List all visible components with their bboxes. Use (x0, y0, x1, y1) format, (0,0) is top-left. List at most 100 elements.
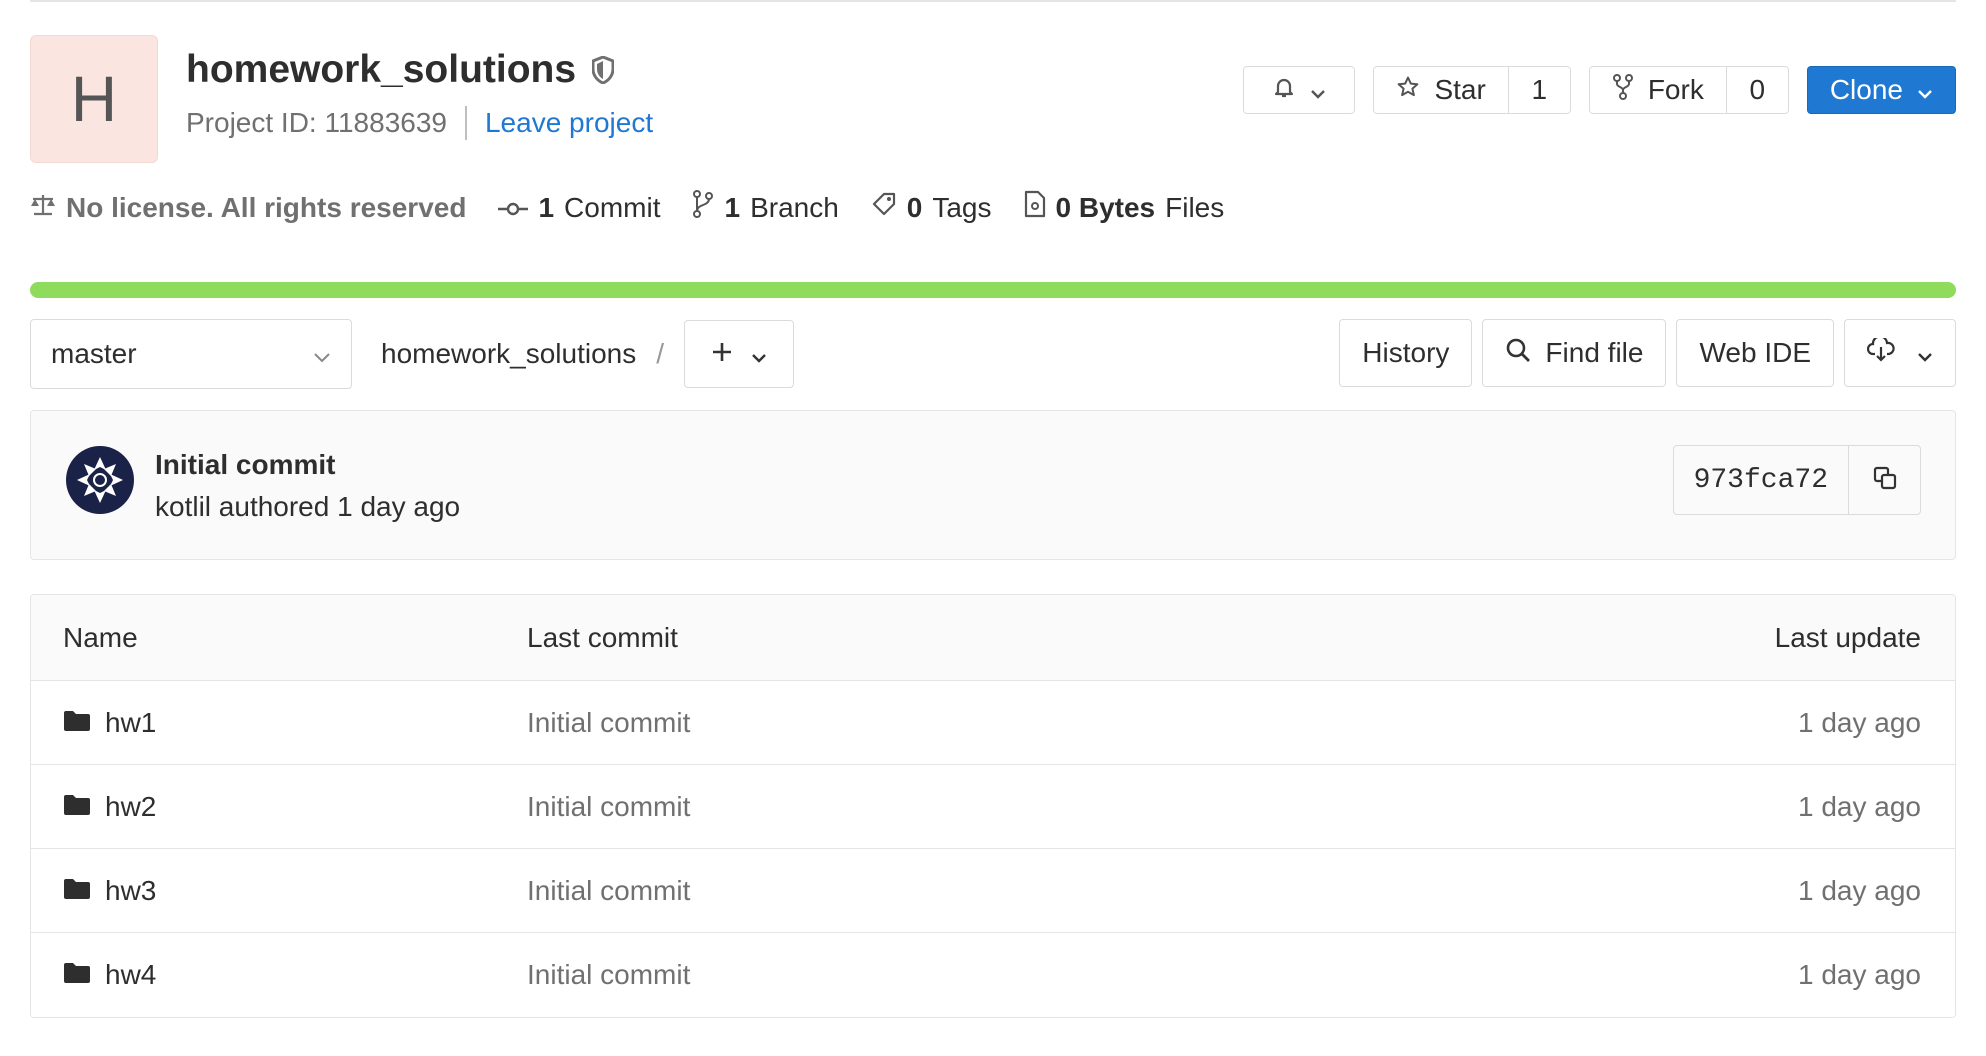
fork-button[interactable]: Fork (1590, 67, 1726, 113)
commit-title[interactable]: Initial commit (155, 449, 335, 481)
table-header: Name Last commit Last update (31, 595, 1955, 681)
tree-actions: History Find file Web IDE (1339, 319, 1956, 387)
file-icon (1024, 190, 1046, 225)
table-row[interactable]: hw1 Initial commit 1 day ago (31, 681, 1955, 765)
row-commit-message[interactable]: Initial commit (527, 791, 690, 823)
folder-icon (63, 791, 91, 823)
branches-stat[interactable]: 1 Branch (692, 190, 839, 225)
folder-name: hw3 (105, 874, 157, 906)
folder-link[interactable]: hw1 (63, 707, 156, 739)
tag-icon (871, 191, 897, 224)
chevron-down-icon (1917, 337, 1933, 369)
folder-link[interactable]: hw2 (63, 791, 156, 823)
row-commit-message[interactable]: Initial commit (527, 875, 690, 907)
commit-sha[interactable]: 973fca72 (1674, 446, 1848, 514)
commits-label: Commit (564, 191, 661, 223)
web-ide-button[interactable]: Web IDE (1676, 319, 1834, 387)
scale-icon (30, 192, 56, 224)
download-dropdown[interactable] (1844, 319, 1956, 387)
tags-count: 0 (906, 191, 923, 223)
header-name: Name (63, 621, 138, 653)
folder-link[interactable]: hw4 (63, 959, 156, 991)
project-page: H homework_solutions Project ID: 1188363… (0, 0, 1986, 1056)
chevron-down-icon (313, 338, 331, 370)
table-row[interactable]: hw3 Initial commit 1 day ago (31, 849, 1955, 933)
add-file-dropdown[interactable] (684, 320, 795, 388)
license-stat[interactable]: No license. All rights reserved (30, 192, 466, 224)
chevron-down-icon (1310, 74, 1326, 106)
star-button-group: Star 1 (1373, 66, 1571, 114)
commits-stat[interactable]: 1 Commit (498, 192, 660, 224)
fork-icon (1612, 73, 1634, 107)
clone-button[interactable]: Clone (1806, 66, 1956, 114)
project-id: Project ID: 11883639 (186, 107, 447, 138)
visibility-shield-icon (592, 56, 615, 84)
web-ide-label: Web IDE (1699, 337, 1811, 368)
history-label: History (1362, 337, 1450, 368)
row-last-update: 1 day ago (1798, 790, 1921, 822)
clone-label: Clone (1829, 74, 1903, 105)
file-table: Name Last commit Last update hw1 Initial… (30, 594, 1956, 1018)
project-avatar: H (30, 35, 158, 163)
star-icon (1396, 74, 1420, 106)
find-file-button[interactable]: Find file (1482, 319, 1667, 387)
row-last-update: 1 day ago (1798, 706, 1921, 738)
row-last-update: 1 day ago (1798, 959, 1921, 990)
leave-project-link[interactable]: Leave project (485, 107, 653, 139)
branch-icon (692, 190, 714, 225)
repository-language-bar[interactable] (30, 282, 1956, 298)
files-stat[interactable]: 0 Bytes Files (1024, 190, 1225, 225)
fork-button-group: Fork 0 (1588, 66, 1789, 114)
folder-link[interactable]: hw3 (63, 875, 156, 907)
folder-name: hw1 (105, 706, 157, 738)
top-divider (30, 0, 1956, 2)
branches-count: 1 (724, 191, 741, 223)
folder-name: hw4 (105, 959, 157, 990)
chevron-down-icon (751, 338, 767, 370)
last-commit-panel: Initial commit kotlil authored 1 day ago… (30, 410, 1956, 560)
breadcrumb-separator: / (656, 338, 665, 369)
history-button[interactable]: History (1339, 319, 1473, 387)
project-title: homework_solutions (186, 48, 615, 92)
star-button[interactable]: Star (1374, 67, 1507, 113)
copy-icon (1872, 465, 1898, 496)
project-meta: Project ID: 11883639 Leave project (186, 106, 653, 140)
folder-name: hw2 (105, 790, 157, 822)
commit-author-line: kotlil authored 1 day ago (155, 491, 461, 522)
branch-dropdown[interactable]: master (30, 319, 352, 389)
star-label: Star (1434, 74, 1486, 105)
tags-label: Tags (932, 191, 992, 223)
breadcrumb-root[interactable]: homework_solutions (381, 338, 636, 370)
table-row[interactable]: hw2 Initial commit 1 day ago (31, 765, 1955, 849)
commits-count: 1 (538, 191, 555, 223)
bell-icon (1272, 74, 1296, 106)
row-commit-message[interactable]: Initial commit (527, 707, 690, 739)
notification-dropdown[interactable] (1243, 66, 1356, 114)
commit-sha-group: 973fca72 (1672, 445, 1921, 515)
project-name: homework_solutions (186, 48, 577, 91)
branches-label: Branch (750, 191, 839, 223)
files-size: 0 Bytes (1055, 191, 1156, 223)
project-actions: Star 1 Fork 0 Clone (1243, 66, 1956, 114)
find-file-label: Find file (1545, 337, 1644, 368)
table-row[interactable]: hw4 Initial commit 1 day ago (31, 933, 1955, 1017)
row-last-update: 1 day ago (1798, 874, 1921, 906)
commit-author-avatar[interactable] (65, 445, 135, 515)
copy-sha-button[interactable] (1848, 446, 1920, 514)
branch-name: master (51, 338, 137, 369)
project-stats: No license. All rights reserved 1 Commit… (30, 190, 1256, 225)
star-count[interactable]: 1 (1507, 67, 1570, 113)
license-text: No license. All rights reserved (66, 191, 467, 223)
files-label: Files (1165, 191, 1225, 223)
row-commit-message[interactable]: Initial commit (527, 959, 690, 991)
breadcrumb: homework_solutions / (381, 319, 795, 389)
project-avatar-letter: H (70, 63, 118, 135)
fork-count[interactable]: 0 (1725, 67, 1788, 113)
tags-stat[interactable]: 0 Tags (871, 191, 992, 224)
cloud-download-icon (1866, 335, 1895, 369)
folder-icon (63, 707, 91, 739)
plus-icon (711, 338, 733, 370)
meta-separator (464, 106, 467, 140)
commit-icon (498, 192, 529, 224)
fork-label: Fork (1647, 74, 1704, 105)
